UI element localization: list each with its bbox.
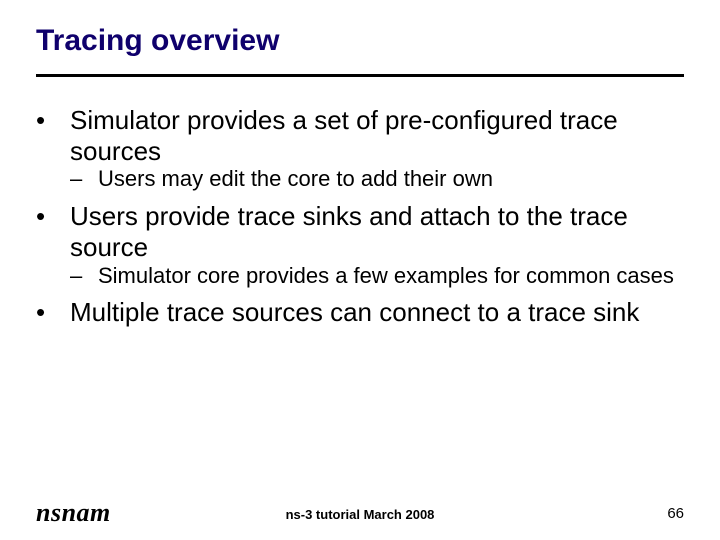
list-item: • Simulator provides a set of pre-config… [36,105,684,193]
bullet-dot-icon: • [36,105,70,166]
list-item: – Simulator core provides a few examples… [36,263,684,290]
bullet-dot-icon: • [36,297,70,328]
bullet-text: Simulator provides a set of pre-configur… [70,105,684,166]
bullet-text: Multiple trace sources can connect to a … [70,297,684,328]
bullet-dot-icon: • [36,201,70,262]
page-number: 66 [667,505,684,522]
slide-body: • Simulator provides a set of pre-config… [36,105,684,328]
sub-bullet-list: – Users may edit the core to add their o… [36,166,684,193]
dash-icon: – [70,166,98,193]
dash-icon: – [70,263,98,290]
slide: Tracing overview • Simulator provides a … [0,0,720,540]
footer-caption: ns-3 tutorial March 2008 [0,507,720,522]
list-item: • Multiple trace sources can connect to … [36,297,684,328]
sub-bullet-list: – Simulator core provides a few examples… [36,263,684,290]
bullet-text: Simulator core provides a few examples f… [98,263,684,290]
bullet-list: • Simulator provides a set of pre-config… [36,105,684,328]
title-rule [36,74,684,77]
list-item: • Users provide trace sinks and attach t… [36,201,684,289]
list-item: – Users may edit the core to add their o… [36,166,684,193]
slide-title: Tracing overview [36,24,684,68]
bullet-text: Users may edit the core to add their own [98,166,684,193]
bullet-text: Users provide trace sinks and attach to … [70,201,684,262]
